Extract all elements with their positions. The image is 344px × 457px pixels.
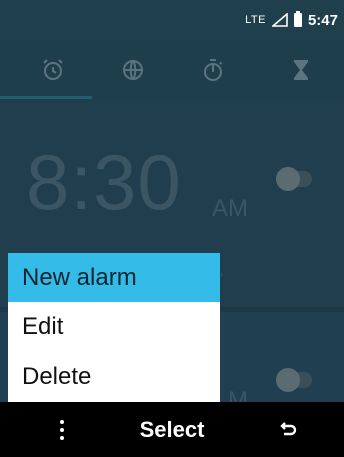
hourglass-icon: [294, 59, 308, 80]
alarm-clock-icon: [43, 58, 63, 80]
menu-item-edit[interactable]: Edit: [8, 302, 220, 352]
softkey-bar: Select: [0, 402, 344, 457]
tab-stopwatch[interactable]: [170, 40, 256, 99]
status-time: 5:47: [307, 11, 338, 29]
tab-bar: [0, 40, 344, 99]
alarm-toggle[interactable]: [276, 368, 312, 392]
select-softkey[interactable]: Select: [120, 402, 224, 457]
network-type: LTE: [245, 14, 266, 26]
back-icon: [280, 421, 297, 435]
more-vert-icon: [60, 419, 64, 440]
alarm-toggle[interactable]: [276, 167, 312, 191]
alarm-time: 8:30: [26, 138, 182, 226]
tab-world-clock[interactable]: [90, 40, 176, 99]
options-menu: New alarm Edit Delete: [8, 253, 220, 402]
menu-item-delete[interactable]: Delete: [8, 352, 220, 402]
signal-icon: [271, 13, 288, 27]
battery-icon: [293, 11, 302, 27]
tab-timer[interactable]: [258, 40, 344, 99]
stopwatch-icon: [204, 58, 223, 81]
status-bar: LTE 5:47: [0, 0, 344, 40]
options-softkey[interactable]: [40, 402, 84, 457]
alarm-ampm: AM: [212, 195, 248, 222]
globe-icon: [123, 59, 143, 80]
toggle-knob: [276, 167, 300, 191]
toggle-knob: [276, 368, 300, 392]
back-softkey[interactable]: [266, 402, 310, 457]
tab-alarm[interactable]: [10, 40, 96, 99]
menu-item-new-alarm[interactable]: New alarm: [8, 253, 220, 302]
